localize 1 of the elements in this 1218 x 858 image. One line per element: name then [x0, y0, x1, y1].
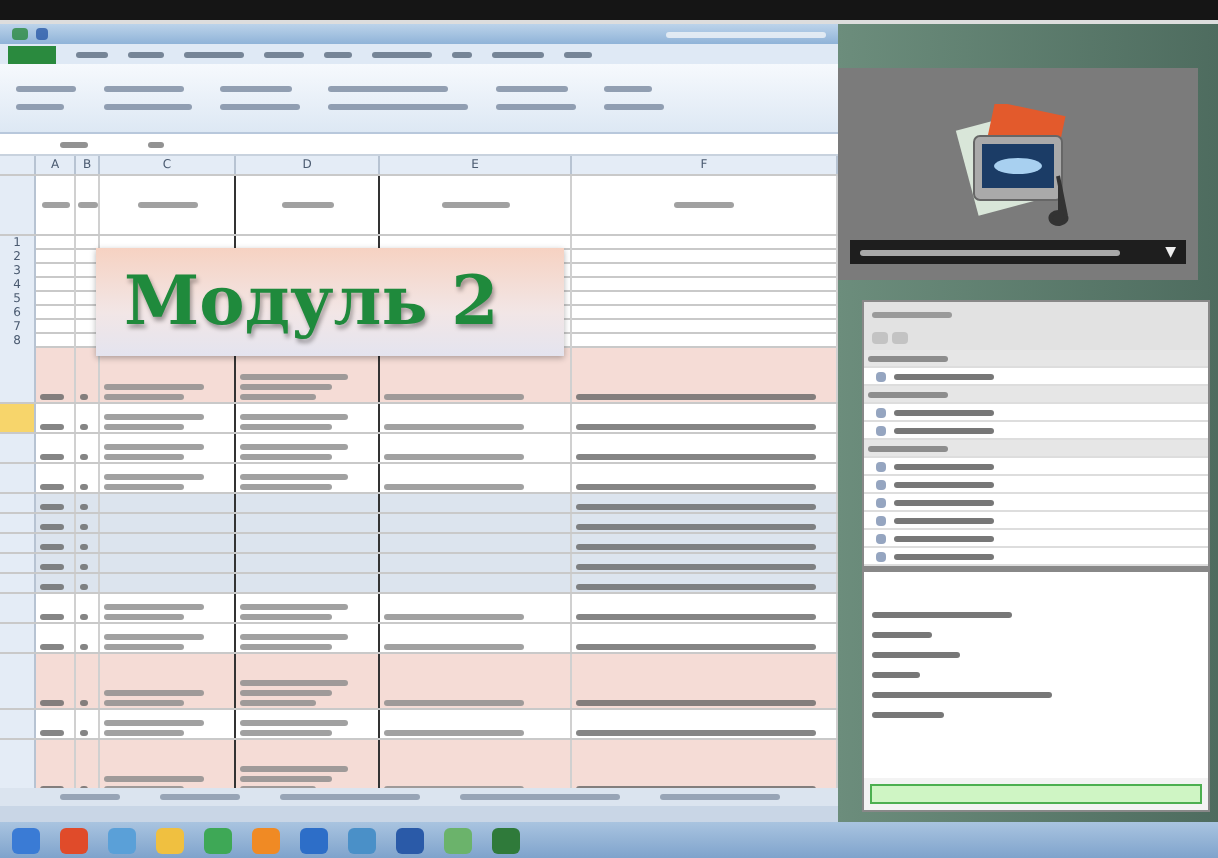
title-banner: Модуль 2 — [96, 248, 564, 356]
